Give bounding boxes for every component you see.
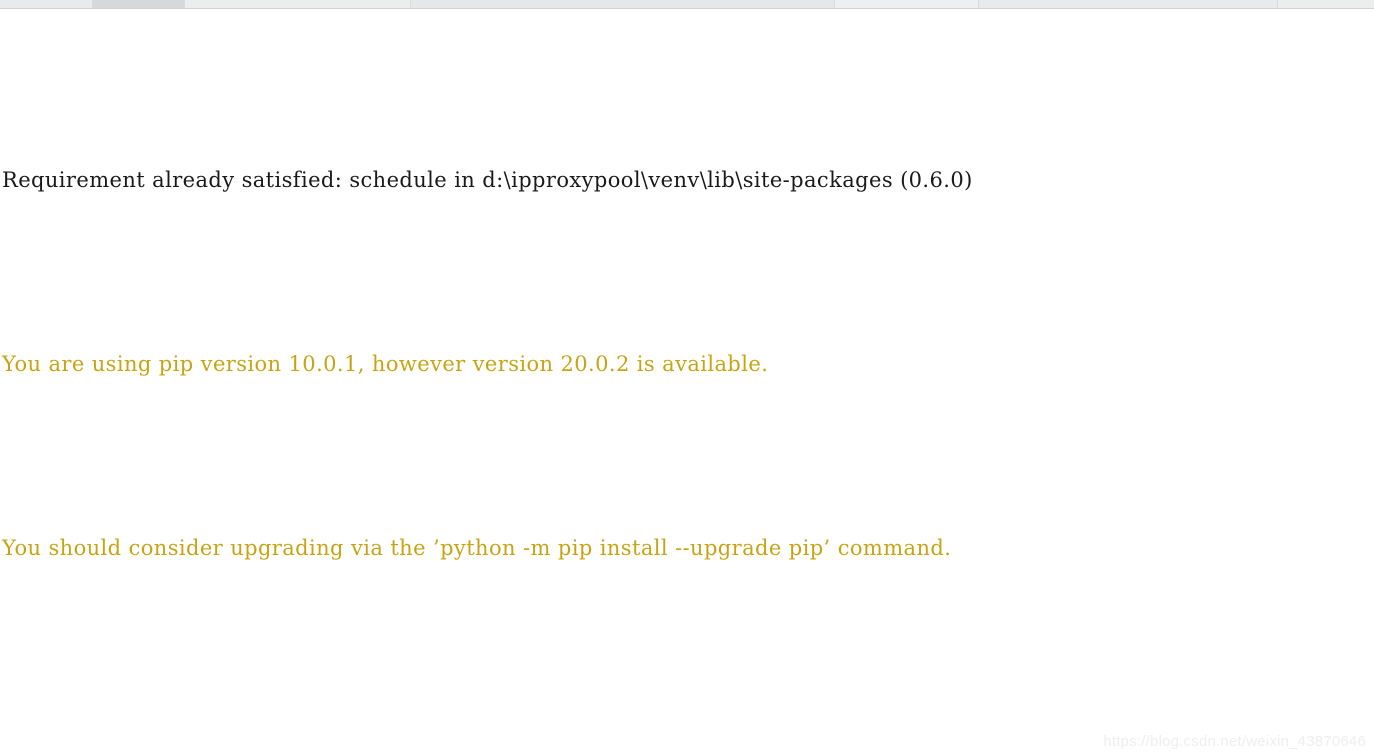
console-line-requirement-satisfied: Requirement already satisfied: schedule …: [2, 168, 973, 192]
toolbar-segment-6[interactable]: [979, 0, 1278, 8]
toolbar-segment-7[interactable]: [1278, 0, 1374, 8]
toolbar-segment-3[interactable]: [185, 0, 411, 8]
toolbar-segment-2-active[interactable]: [93, 0, 185, 8]
toolbar-segment-4[interactable]: [411, 0, 835, 8]
console-line-pip-upgrade-hint: You should consider upgrading via the ’p…: [2, 536, 952, 560]
toolbar-segment-1[interactable]: [0, 0, 93, 8]
console-line-pip-version-warning: You are using pip version 10.0.1, howeve…: [2, 352, 769, 376]
csdn-blog-watermark: https://blog.csdn.net/weixin_43870646: [1103, 733, 1366, 750]
console-output-area[interactable]: Requirement already satisfied: schedule …: [0, 9, 1374, 756]
toolbar-segment-5[interactable]: [835, 0, 979, 8]
cropped-toolbar-strip: [0, 0, 1374, 9]
